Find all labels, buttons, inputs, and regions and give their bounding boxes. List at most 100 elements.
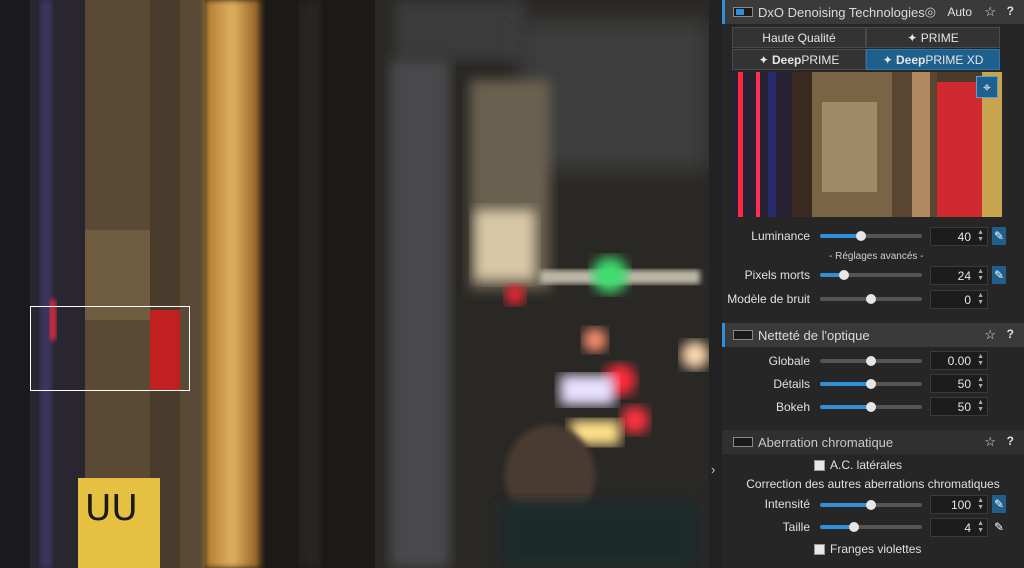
global-label: Globale — [768, 354, 810, 368]
svg-text:UU: UU — [85, 488, 138, 529]
mode-hq-button[interactable]: Haute Qualité — [732, 27, 866, 48]
denoise-header[interactable]: DxO Denoising Technologies ◎ Auto ☆ ? — [722, 0, 1024, 24]
help-icon[interactable]: ? — [1007, 327, 1014, 341]
mode-hq-label: Haute Qualité — [762, 30, 836, 45]
noise-model-label: Modèle de bruit — [727, 292, 810, 306]
chromatic-header[interactable]: Aberration chromatique ☆ ? — [722, 430, 1024, 454]
details-input[interactable]: 50 ▲ ▼ — [930, 374, 988, 393]
photo-image: UU — [0, 0, 709, 568]
luminance-slider[interactable] — [820, 231, 922, 241]
details-slider[interactable] — [820, 379, 922, 389]
purple-fringe-checkbox[interactable] — [814, 543, 825, 555]
global-input[interactable]: 0.00 ▲ ▼ — [930, 351, 988, 370]
sparkle-icon: ✦ — [907, 30, 921, 45]
auto-label[interactable]: Auto — [947, 5, 972, 19]
preview-image — [732, 72, 1002, 217]
noise-model-input[interactable]: 0 ▲ ▼ — [930, 290, 988, 309]
luminance-label: Luminance — [751, 229, 810, 243]
bokeh-slider[interactable] — [820, 402, 922, 412]
spinner-arrows-icon[interactable]: ▲ ▼ — [977, 520, 984, 534]
bokeh-value: 50 — [957, 399, 971, 414]
dead-pixels-value: 24 — [957, 268, 971, 283]
spinner-arrows-icon[interactable]: ▲ ▼ — [977, 229, 984, 243]
denoise-title: DxO Denoising Technologies — [758, 5, 925, 20]
size-label: Taille — [782, 520, 810, 534]
denoise-preview[interactable]: ⌖ — [732, 72, 1002, 217]
denoise-toggle[interactable] — [733, 7, 753, 17]
spinner-arrows-icon[interactable]: ▲ ▼ — [977, 353, 984, 367]
lateral-ca-checkbox[interactable] — [814, 459, 825, 471]
spinner-arrows-icon[interactable]: ▲ ▼ — [977, 497, 984, 511]
noise-model-slider[interactable] — [820, 294, 922, 304]
luminance-knob[interactable] — [855, 231, 866, 241]
spinner-arrows-icon[interactable]: ▲ ▼ — [977, 376, 984, 390]
star-icon[interactable]: ☆ — [984, 327, 996, 343]
noise-model-value: 0 — [964, 292, 971, 307]
sharpness-header[interactable]: Netteté de l'optique ☆ ? — [722, 323, 1024, 347]
magic-wand-icon[interactable]: ✎ — [992, 227, 1006, 245]
dead-pixels-knob[interactable] — [839, 270, 850, 280]
intensity-input[interactable]: 100 ▲ ▼ — [930, 495, 988, 514]
spinner-arrows-icon[interactable]: ▲ ▼ — [977, 268, 984, 282]
magic-wand-icon[interactable]: ✎ — [992, 495, 1006, 513]
intensity-slider[interactable] — [820, 500, 922, 510]
magic-wand-icon[interactable]: ✎ — [992, 518, 1006, 536]
bokeh-label: Bokeh — [775, 400, 810, 414]
mode-deepprime-button[interactable]: ✦ Deep PRIME — [732, 49, 866, 70]
lateral-ca-label: A.C. latérales — [830, 458, 903, 472]
chromatic-toggle[interactable] — [733, 437, 753, 447]
preview-area-frame[interactable] — [30, 306, 190, 391]
mode-deepprime-rest: PRIME — [801, 52, 840, 67]
details-fill — [820, 382, 871, 386]
intensity-knob[interactable] — [866, 500, 876, 510]
help-icon[interactable]: ? — [1007, 4, 1014, 18]
mode-prime-label: PRIME — [920, 30, 959, 45]
crosshair-icon[interactable]: ⌖ — [976, 76, 998, 98]
chevron-right-icon[interactable]: › — [711, 462, 715, 477]
size-value: 4 — [964, 520, 971, 535]
sharpness-title: Netteté de l'optique — [758, 328, 870, 343]
mode-deepprimexd-bold: Deep — [896, 52, 926, 67]
global-slider[interactable] — [820, 356, 922, 366]
mode-prime-button[interactable]: ✦ PRIME — [866, 27, 1000, 48]
sparkle-icon: ✦ — [882, 52, 897, 67]
sharpness-toggle[interactable] — [733, 330, 753, 340]
magic-wand-icon[interactable]: ✎ — [992, 266, 1006, 284]
size-input[interactable]: 4 ▲ ▼ — [930, 518, 988, 537]
bokeh-input[interactable]: 50 ▲ ▼ — [930, 397, 988, 416]
details-value: 50 — [957, 376, 971, 391]
intensity-label: Intensité — [764, 497, 810, 511]
mode-deepprimexd-rest: PRIME XD — [925, 52, 984, 67]
mode-deepprimexd-button[interactable]: ✦ Deep PRIME XD — [866, 49, 1000, 70]
luminance-fill — [820, 234, 861, 238]
purple-fringe-label: Franges violettes — [830, 542, 922, 556]
details-label: Détails — [773, 377, 810, 391]
spinner-arrows-icon[interactable]: ▲ ▼ — [977, 292, 984, 306]
details-knob[interactable] — [866, 379, 876, 389]
global-knob[interactable] — [866, 356, 876, 366]
size-slider[interactable] — [820, 522, 922, 532]
dead-pixels-input[interactable]: 24 ▲ ▼ — [930, 266, 988, 285]
bokeh-knob[interactable] — [866, 402, 876, 412]
dead-pixels-slider[interactable] — [820, 270, 922, 280]
size-knob[interactable] — [848, 522, 859, 532]
panel-gutter — [709, 0, 722, 568]
advanced-settings-heading: - Réglages avancés - — [829, 251, 924, 262]
help-icon[interactable]: ? — [1007, 434, 1014, 448]
dead-pixels-label: Pixels morts — [744, 268, 810, 282]
spinner-arrows-icon[interactable]: ▲ ▼ — [977, 399, 984, 413]
bokeh-fill — [820, 405, 871, 409]
star-icon[interactable]: ☆ — [984, 4, 996, 20]
star-icon[interactable]: ☆ — [984, 434, 996, 450]
luminance-value: 40 — [957, 229, 971, 244]
photo-viewer[interactable]: UU — [0, 0, 709, 568]
luminance-input[interactable]: 40 ▲ ▼ — [930, 227, 988, 246]
lateral-ca-checkbox-row[interactable]: A.C. latérales — [814, 458, 902, 472]
chromatic-title: Aberration chromatique — [758, 435, 894, 450]
other-ca-heading: Correction des autres aberrations chroma… — [746, 477, 1000, 491]
eye-off-icon[interactable]: ◎ — [925, 4, 936, 20]
intensity-fill — [820, 503, 871, 507]
mode-deepprime-bold: Deep — [772, 52, 802, 67]
purple-fringe-checkbox-row[interactable]: Franges violettes — [814, 542, 921, 556]
noise-model-knob[interactable] — [866, 294, 876, 304]
